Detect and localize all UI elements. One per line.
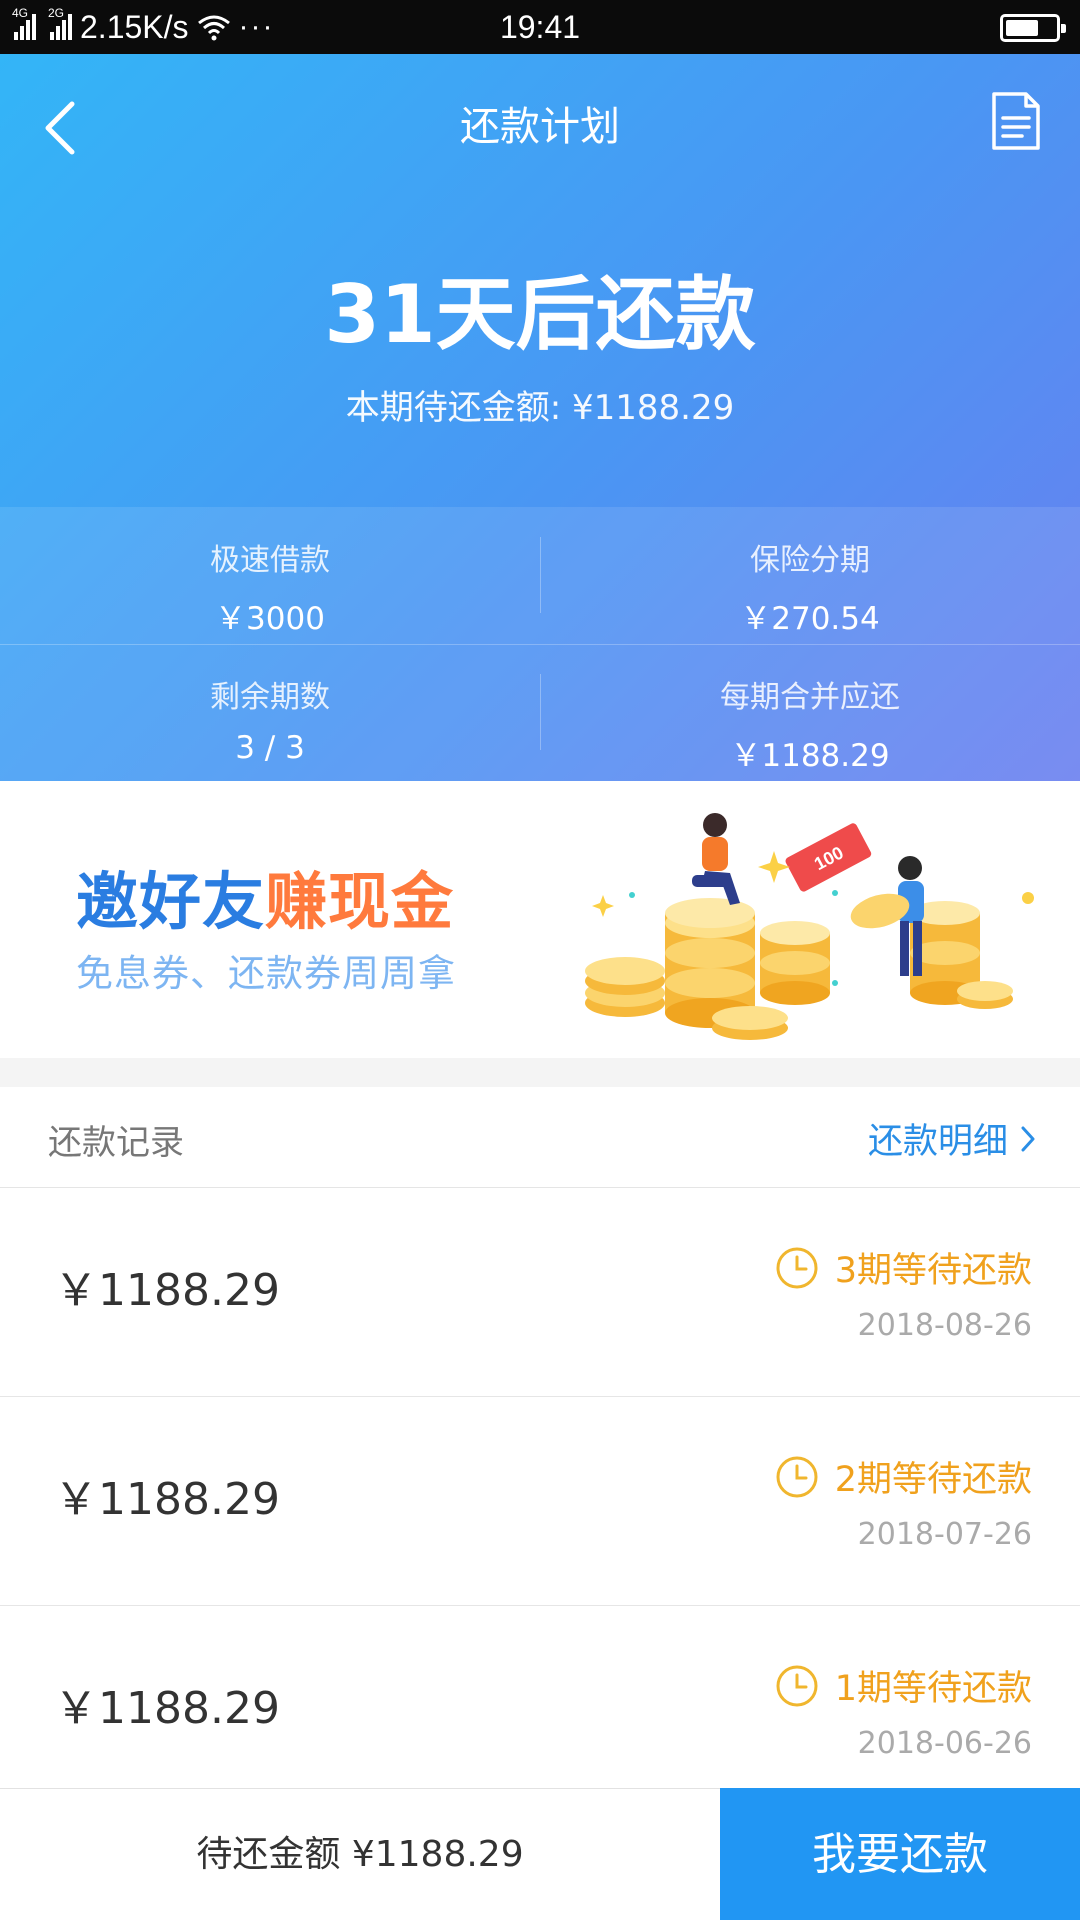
section-gap: [0, 1058, 1080, 1087]
records-header: 还款记录 还款明细: [0, 1087, 1080, 1188]
list-item[interactable]: ￥1188.29 3期等待还款 2018-08-26: [0, 1188, 1080, 1397]
chevron-right-icon: [1021, 1126, 1035, 1151]
battery-icon: [1000, 14, 1066, 42]
hero-panel: 还款计划 31天后还款 本期待还金额: ¥1188.29 极速借款 ￥3000 …: [0, 54, 1080, 781]
stat-value: 3 / 3: [235, 730, 305, 766]
countdown-title: 31天后还款: [324, 268, 756, 361]
coin-stack-icon: [957, 981, 1013, 1009]
records-title: 还款记录: [48, 1123, 184, 1163]
pending-amount: 待还金额 ¥1188.29: [196, 1834, 524, 1875]
ticket-icon: 100: [785, 823, 872, 892]
stat-value: ￥270.54: [740, 601, 880, 637]
coins-illustration: 100: [585, 813, 1034, 1040]
banner-title: 邀好友赚现金: [76, 851, 454, 941]
loan-stats: 极速借款 ￥3000 保险分期 ￥270.54 剩余期数 3 / 3 每期合并应…: [0, 507, 1080, 781]
stat-loan: 极速借款 ￥3000: [0, 507, 540, 644]
clock-icon: [776, 1247, 818, 1289]
record-status: 2期等待还款: [834, 1460, 1032, 1500]
status-bar: 4G 2G 2.15K/s ··· 19:41: [0, 0, 1080, 54]
stat-label: 剩余期数: [210, 680, 330, 715]
stat-label: 极速借款: [210, 543, 330, 578]
list-item[interactable]: ￥1188.29 2期等待还款 2018-07-26: [0, 1397, 1080, 1606]
stat-label: 保险分期: [750, 543, 870, 578]
clock-time: 19:41: [499, 9, 581, 45]
current-due-amount: 本期待还金额: ¥1188.29: [345, 388, 735, 428]
document-button[interactable]: [990, 90, 1042, 152]
bottom-bar: 待还金额 ¥1188.29 我要还款: [0, 1788, 1080, 1920]
record-amount: ￥1188.29: [54, 1474, 280, 1525]
stat-remaining-periods: 剩余期数 3 / 3: [0, 644, 540, 781]
list-item[interactable]: ￥1188.29 1期等待还款 2018-06-26: [0, 1606, 1080, 1815]
woman-figure-icon: [692, 813, 740, 905]
banner-title-earn: 赚现金: [265, 865, 455, 938]
record-status: 3期等待还款: [834, 1251, 1032, 1291]
stat-value: ￥3000: [215, 601, 325, 637]
banner-subtitle: 免息券、还款券周周拿: [76, 952, 456, 995]
invite-banner[interactable]: 邀好友赚现金 免息券、还款券周周拿 100: [0, 781, 1080, 1058]
clock-icon: [776, 1456, 818, 1498]
stat-insurance: 保险分期 ￥270.54: [540, 507, 1080, 644]
records-detail-link[interactable]: 还款明细: [868, 1113, 1036, 1164]
pay-button[interactable]: 我要还款: [720, 1788, 1080, 1920]
coin-stack-icon: [585, 957, 665, 1017]
stat-label: 每期合并应还: [720, 680, 900, 715]
record-status: 1期等待还款: [834, 1669, 1032, 1709]
coin-stack-icon: [760, 921, 830, 1005]
stat-value: ￥1188.29: [730, 738, 890, 774]
record-date: 2018-07-26: [857, 1517, 1032, 1552]
record-amount: ￥1188.29: [54, 1683, 280, 1734]
record-date: 2018-06-26: [857, 1726, 1032, 1761]
record-date: 2018-08-26: [857, 1308, 1032, 1343]
record-amount: ￥1188.29: [54, 1265, 280, 1316]
detail-link-label: 还款明细: [867, 1122, 1008, 1162]
page-title: 还款计划: [460, 104, 620, 150]
document-icon: [992, 92, 1040, 150]
banner-title-invite: 邀好友: [76, 865, 266, 938]
battery-level: [1006, 20, 1038, 36]
clock-icon: [776, 1665, 818, 1707]
coin-stack-icon: [712, 1006, 788, 1040]
stat-per-period: 每期合并应还 ￥1188.29: [540, 644, 1080, 781]
